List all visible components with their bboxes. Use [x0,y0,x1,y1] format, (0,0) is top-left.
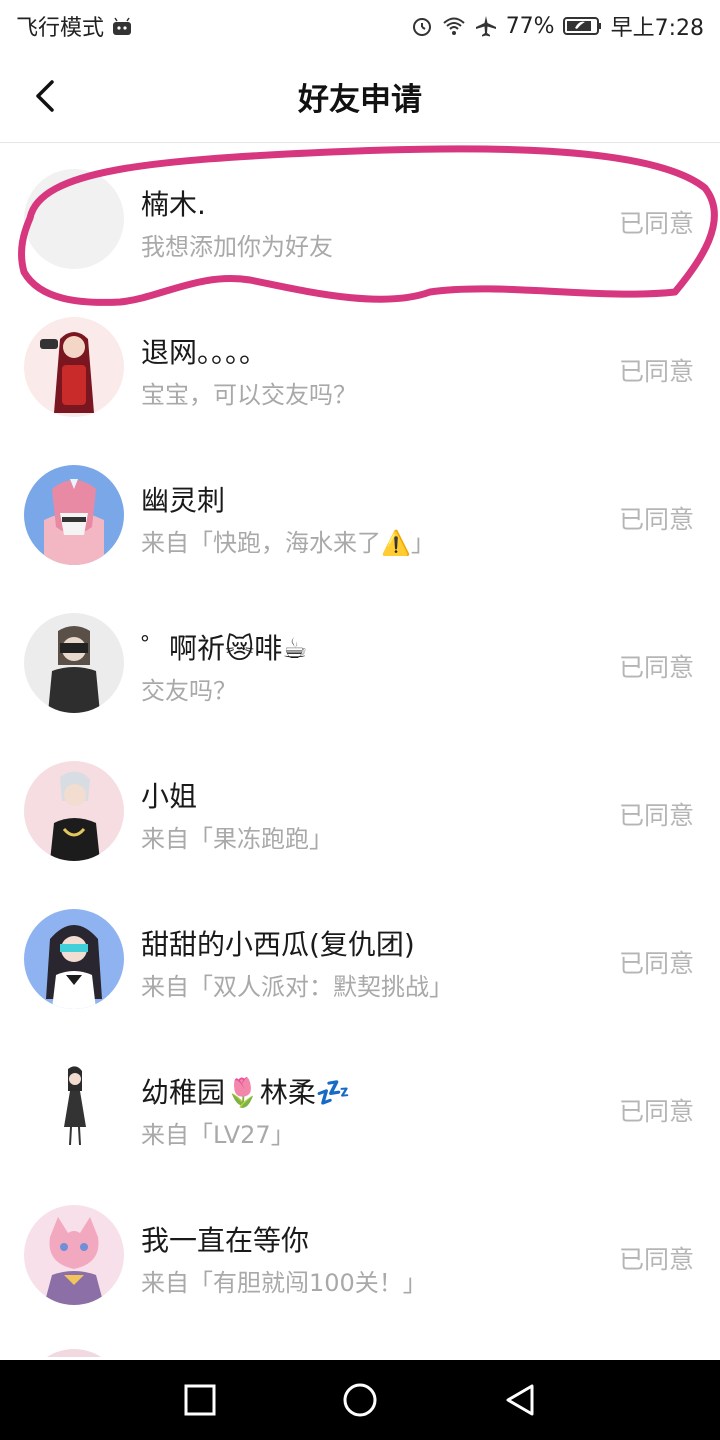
status-bar: 飞行模式 77% 早上7:28 [0,0,720,50]
recents-square-icon[interactable] [180,1380,220,1420]
system-navigation-bar [0,1360,720,1440]
requester-name: 小姐 [141,780,198,813]
request-message: 来自「LV27」 [141,1121,295,1149]
battery-icon [562,17,601,35]
agreed-status: 已同意 [618,357,694,386]
agreed-status: 已同意 [618,949,694,978]
agreed-status: 已同意 [618,653,694,682]
request-message: 我想添加你为好友 [141,233,333,261]
request-message: 来自「果冻跑跑」 [141,825,333,853]
requester-name: 幼稚园🌷林柔💤 [141,1076,351,1109]
page-title: 好友申请 [298,82,422,118]
requester-name: 楠木. [141,188,206,221]
clock: 早上7:28 [610,16,704,41]
requester-name: 甜甜的小西瓜(复仇团) [141,928,415,961]
list-item[interactable]: 幽灵刺 来自「快跑，海水来了⚠️」 已同意 [0,439,720,587]
header-bar: 好友申请 [0,52,720,143]
avatar[interactable] [24,613,124,713]
avatar[interactable] [24,761,124,861]
list-item[interactable]: ゜啊祈😿啡☕ 交友吗？ 已同意 [0,587,720,735]
avatar[interactable] [24,1057,124,1157]
request-message: 宝宝，可以交友吗？ [141,381,357,409]
agreed-status: 已同意 [618,1245,694,1274]
list-item[interactable]: 幼稚园🌷林柔💤 来自「LV27」 已同意 [0,1031,720,1179]
requester-name: 退网。。。。 [141,336,268,369]
request-message: 来自「双人派对：默契挑战」 [141,973,453,1001]
list-item[interactable]: 小姐 来自「果冻跑跑」 已同意 [0,735,720,883]
avatar[interactable] [24,909,124,1009]
list-item[interactable]: 甜甜的小西瓜(复仇团) 来自「双人派对：默契挑战」 已同意 [0,883,720,1031]
airplane-mode-label: 飞行模式 [16,16,105,41]
request-message: 来自「有胆就闯100关！」 [141,1269,427,1297]
back-triangle-icon[interactable] [500,1380,540,1420]
status-left: 飞行模式 [16,10,134,42]
battery-percent: 77% [505,13,555,39]
android-icon [113,17,132,35]
airplane-icon [475,16,496,37]
avatar[interactable] [24,1205,124,1305]
agreed-status: 已同意 [618,209,694,238]
agreed-status: 已同意 [618,505,694,534]
avatar[interactable] [24,169,124,269]
status-right: 77% 早上7:28 [410,10,704,42]
avatar[interactable] [24,1349,124,1357]
alarm-icon [412,18,431,36]
list-item-partial[interactable] [0,1327,720,1357]
requester-name: ゜啊祈😿啡☕ [141,632,308,665]
avatar[interactable] [24,465,124,565]
wifi-icon [443,17,465,35]
requester-name: 我一直在等你 [141,1224,310,1257]
home-circle-icon[interactable] [340,1380,380,1420]
list-item[interactable]: 退网。。。。 宝宝，可以交友吗？ 已同意 [0,291,720,439]
agreed-status: 已同意 [618,1097,694,1126]
request-message: 交友吗？ [141,677,237,705]
list-item[interactable]: 我一直在等你 来自「有胆就闯100关！」 已同意 [0,1179,720,1327]
friend-request-list: 楠木. 我想添加你为好友 已同意 退网。。。。 宝宝，可以交友吗？ 已同意 幽灵… [0,143,720,1357]
agreed-status: 已同意 [618,801,694,830]
requester-name: 幽灵刺 [141,484,226,517]
request-message: 来自「快跑，海水来了⚠️」 [141,529,435,557]
avatar[interactable] [24,317,124,417]
list-item[interactable]: 楠木. 我想添加你为好友 已同意 [0,143,720,291]
